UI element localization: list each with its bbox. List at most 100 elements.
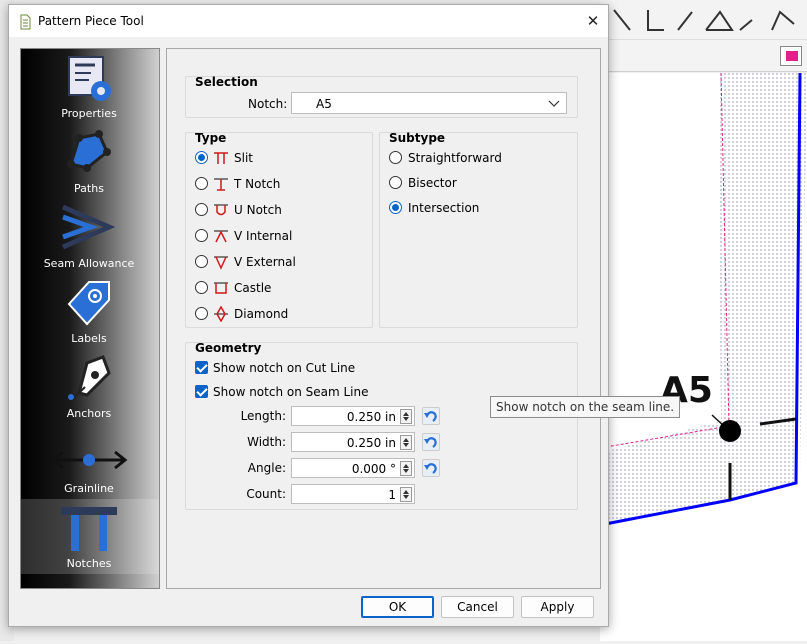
type-option-castle[interactable]: Castle	[195, 279, 365, 297]
angle-value: 0.000 °	[351, 462, 396, 476]
angle-reset-button[interactable]	[422, 459, 440, 477]
type-option-diamond[interactable]: Diamond	[195, 305, 365, 323]
close-button[interactable]: ✕	[578, 5, 608, 37]
checkbox-label: Show notch on Cut Line	[213, 361, 356, 375]
type-option-v-external[interactable]: V External	[195, 253, 365, 271]
notch-select-value: A5	[316, 97, 332, 111]
sidebar-item-label: Seam Allowance	[43, 257, 135, 270]
radio-label: V External	[234, 255, 296, 269]
show-notch-cut-line-checkbox[interactable]: Show notch on Cut Line	[195, 359, 395, 377]
width-reset-button[interactable]	[422, 433, 440, 451]
sidebar-item-labels[interactable]: Labels	[21, 274, 159, 349]
undo-arrow-icon	[424, 463, 437, 474]
radio-button[interactable]	[389, 151, 402, 164]
sidebar-item-label: Properties	[61, 107, 117, 120]
show-notch-seam-line-checkbox[interactable]: Show notch on Seam Line	[195, 383, 395, 401]
angle-spinbox[interactable]: 0.000 °	[291, 458, 415, 478]
sidebar-item-seam-allowance[interactable]: Seam Allowance	[21, 199, 159, 274]
undo-arrow-icon	[424, 437, 437, 448]
castle-icon	[214, 282, 228, 294]
sidebar-item-label: Grainline	[64, 482, 114, 495]
notch-label: Notch:	[248, 97, 288, 111]
sidebar-item-paths[interactable]: Paths	[21, 124, 159, 199]
app-icon	[20, 14, 31, 30]
labels-icon	[67, 281, 110, 326]
length-spinbox[interactable]: 0.250 in	[291, 406, 415, 426]
width-label: Width:	[247, 435, 286, 449]
ok-button[interactable]: OK	[361, 596, 434, 618]
notches-page: Selection Notch: A5 Type Slit T Notch U …	[166, 48, 601, 589]
section-sidebar: Properties Paths Seam Allowance Labels A…	[20, 48, 160, 589]
width-spinbox[interactable]: 0.250 in	[291, 432, 415, 452]
count-spinbox[interactable]: 1	[291, 484, 415, 504]
type-option-v-internal[interactable]: V Internal	[195, 227, 365, 245]
subtype-option-intersection[interactable]: Intersection	[389, 199, 569, 217]
spin-arrows-icon[interactable]	[400, 435, 412, 450]
tools-toolbar	[600, 0, 807, 40]
apply-button[interactable]: Apply	[521, 596, 594, 618]
type-option-slit[interactable]: Slit	[195, 149, 365, 167]
v-internal-icon	[214, 230, 228, 243]
paths-icon	[67, 130, 111, 172]
radio-label: U Notch	[234, 203, 282, 217]
radio-label: Slit	[234, 151, 253, 165]
sidebar-item-anchors[interactable]: Anchors	[21, 349, 159, 424]
radio-label: Diamond	[234, 307, 289, 321]
spin-arrows-icon[interactable]	[400, 461, 412, 476]
radio-button[interactable]	[195, 255, 208, 268]
grainline-icon	[50, 450, 128, 470]
color-swatch[interactable]	[780, 46, 802, 66]
radio-label: Castle	[234, 281, 272, 295]
radio-label: T Notch	[234, 177, 281, 191]
geometry-group: Geometry Show notch on Cut Line Show not…	[185, 341, 578, 510]
radio-button[interactable]	[195, 151, 208, 164]
sidebar-item-grainline[interactable]: Grainline	[21, 424, 159, 499]
subtype-option-bisector[interactable]: Bisector	[389, 174, 569, 192]
length-label: Length:	[240, 409, 286, 423]
radio-label: Straightforward	[408, 151, 502, 165]
type-option-t-notch[interactable]: T Notch	[195, 175, 365, 193]
radio-button[interactable]	[195, 177, 208, 190]
sidebar-item-label: Notches	[66, 557, 112, 570]
close-icon: ✕	[586, 12, 600, 30]
pattern-piece-dialog: Pattern Piece Tool ✕ Properties Paths Se…	[8, 4, 609, 627]
radio-button[interactable]	[195, 307, 208, 320]
cancel-button[interactable]: Cancel	[441, 596, 514, 618]
seam-line-tooltip: Show notch on the seam line.	[490, 396, 681, 418]
pattern-canvas[interactable]	[599, 72, 807, 641]
chevron-down-icon	[548, 100, 560, 107]
subtype-option-straightforward[interactable]: Straightforward	[389, 149, 569, 167]
sidebar-item-label: Paths	[74, 182, 104, 195]
toolbar-tool-icons[interactable]	[600, 0, 807, 40]
pattern-piece-drawing	[599, 72, 807, 527]
radio-button[interactable]	[195, 281, 208, 294]
type-option-u-notch[interactable]: U Notch	[195, 201, 365, 219]
radio-button[interactable]	[195, 229, 208, 242]
radio-button[interactable]	[389, 201, 402, 214]
dialog-titlebar: Pattern Piece Tool ✕	[9, 5, 608, 37]
spin-arrows-icon[interactable]	[400, 409, 412, 424]
radio-button[interactable]	[195, 203, 208, 216]
sidebar-item-properties[interactable]: Properties	[21, 49, 159, 124]
selection-group: Selection Notch: A5	[185, 75, 578, 118]
sidebar-item-label: Anchors	[66, 407, 112, 420]
t-notch-icon	[214, 178, 228, 191]
type-group: Type Slit T Notch U Notch V Internal V E…	[185, 131, 373, 328]
selection-group-title: Selection	[195, 75, 258, 89]
width-value: 0.250 in	[346, 436, 396, 450]
checkbox-checked[interactable]	[195, 361, 208, 374]
count-value: 1	[388, 488, 396, 502]
notch-select[interactable]: A5	[291, 92, 567, 114]
length-value: 0.250 in	[346, 410, 396, 424]
dialog-title: Pattern Piece Tool	[38, 14, 144, 28]
count-label: Count:	[246, 487, 286, 501]
v-external-icon	[214, 256, 228, 270]
length-reset-button[interactable]	[422, 407, 440, 425]
type-group-title: Type	[195, 131, 227, 145]
geometry-group-title: Geometry	[195, 341, 262, 355]
checkbox-checked[interactable]	[195, 385, 208, 398]
radio-button[interactable]	[389, 176, 402, 189]
spin-arrows-icon[interactable]	[400, 487, 412, 502]
subtype-group-title: Subtype	[389, 131, 446, 145]
sidebar-item-notches[interactable]: Notches	[21, 499, 159, 574]
